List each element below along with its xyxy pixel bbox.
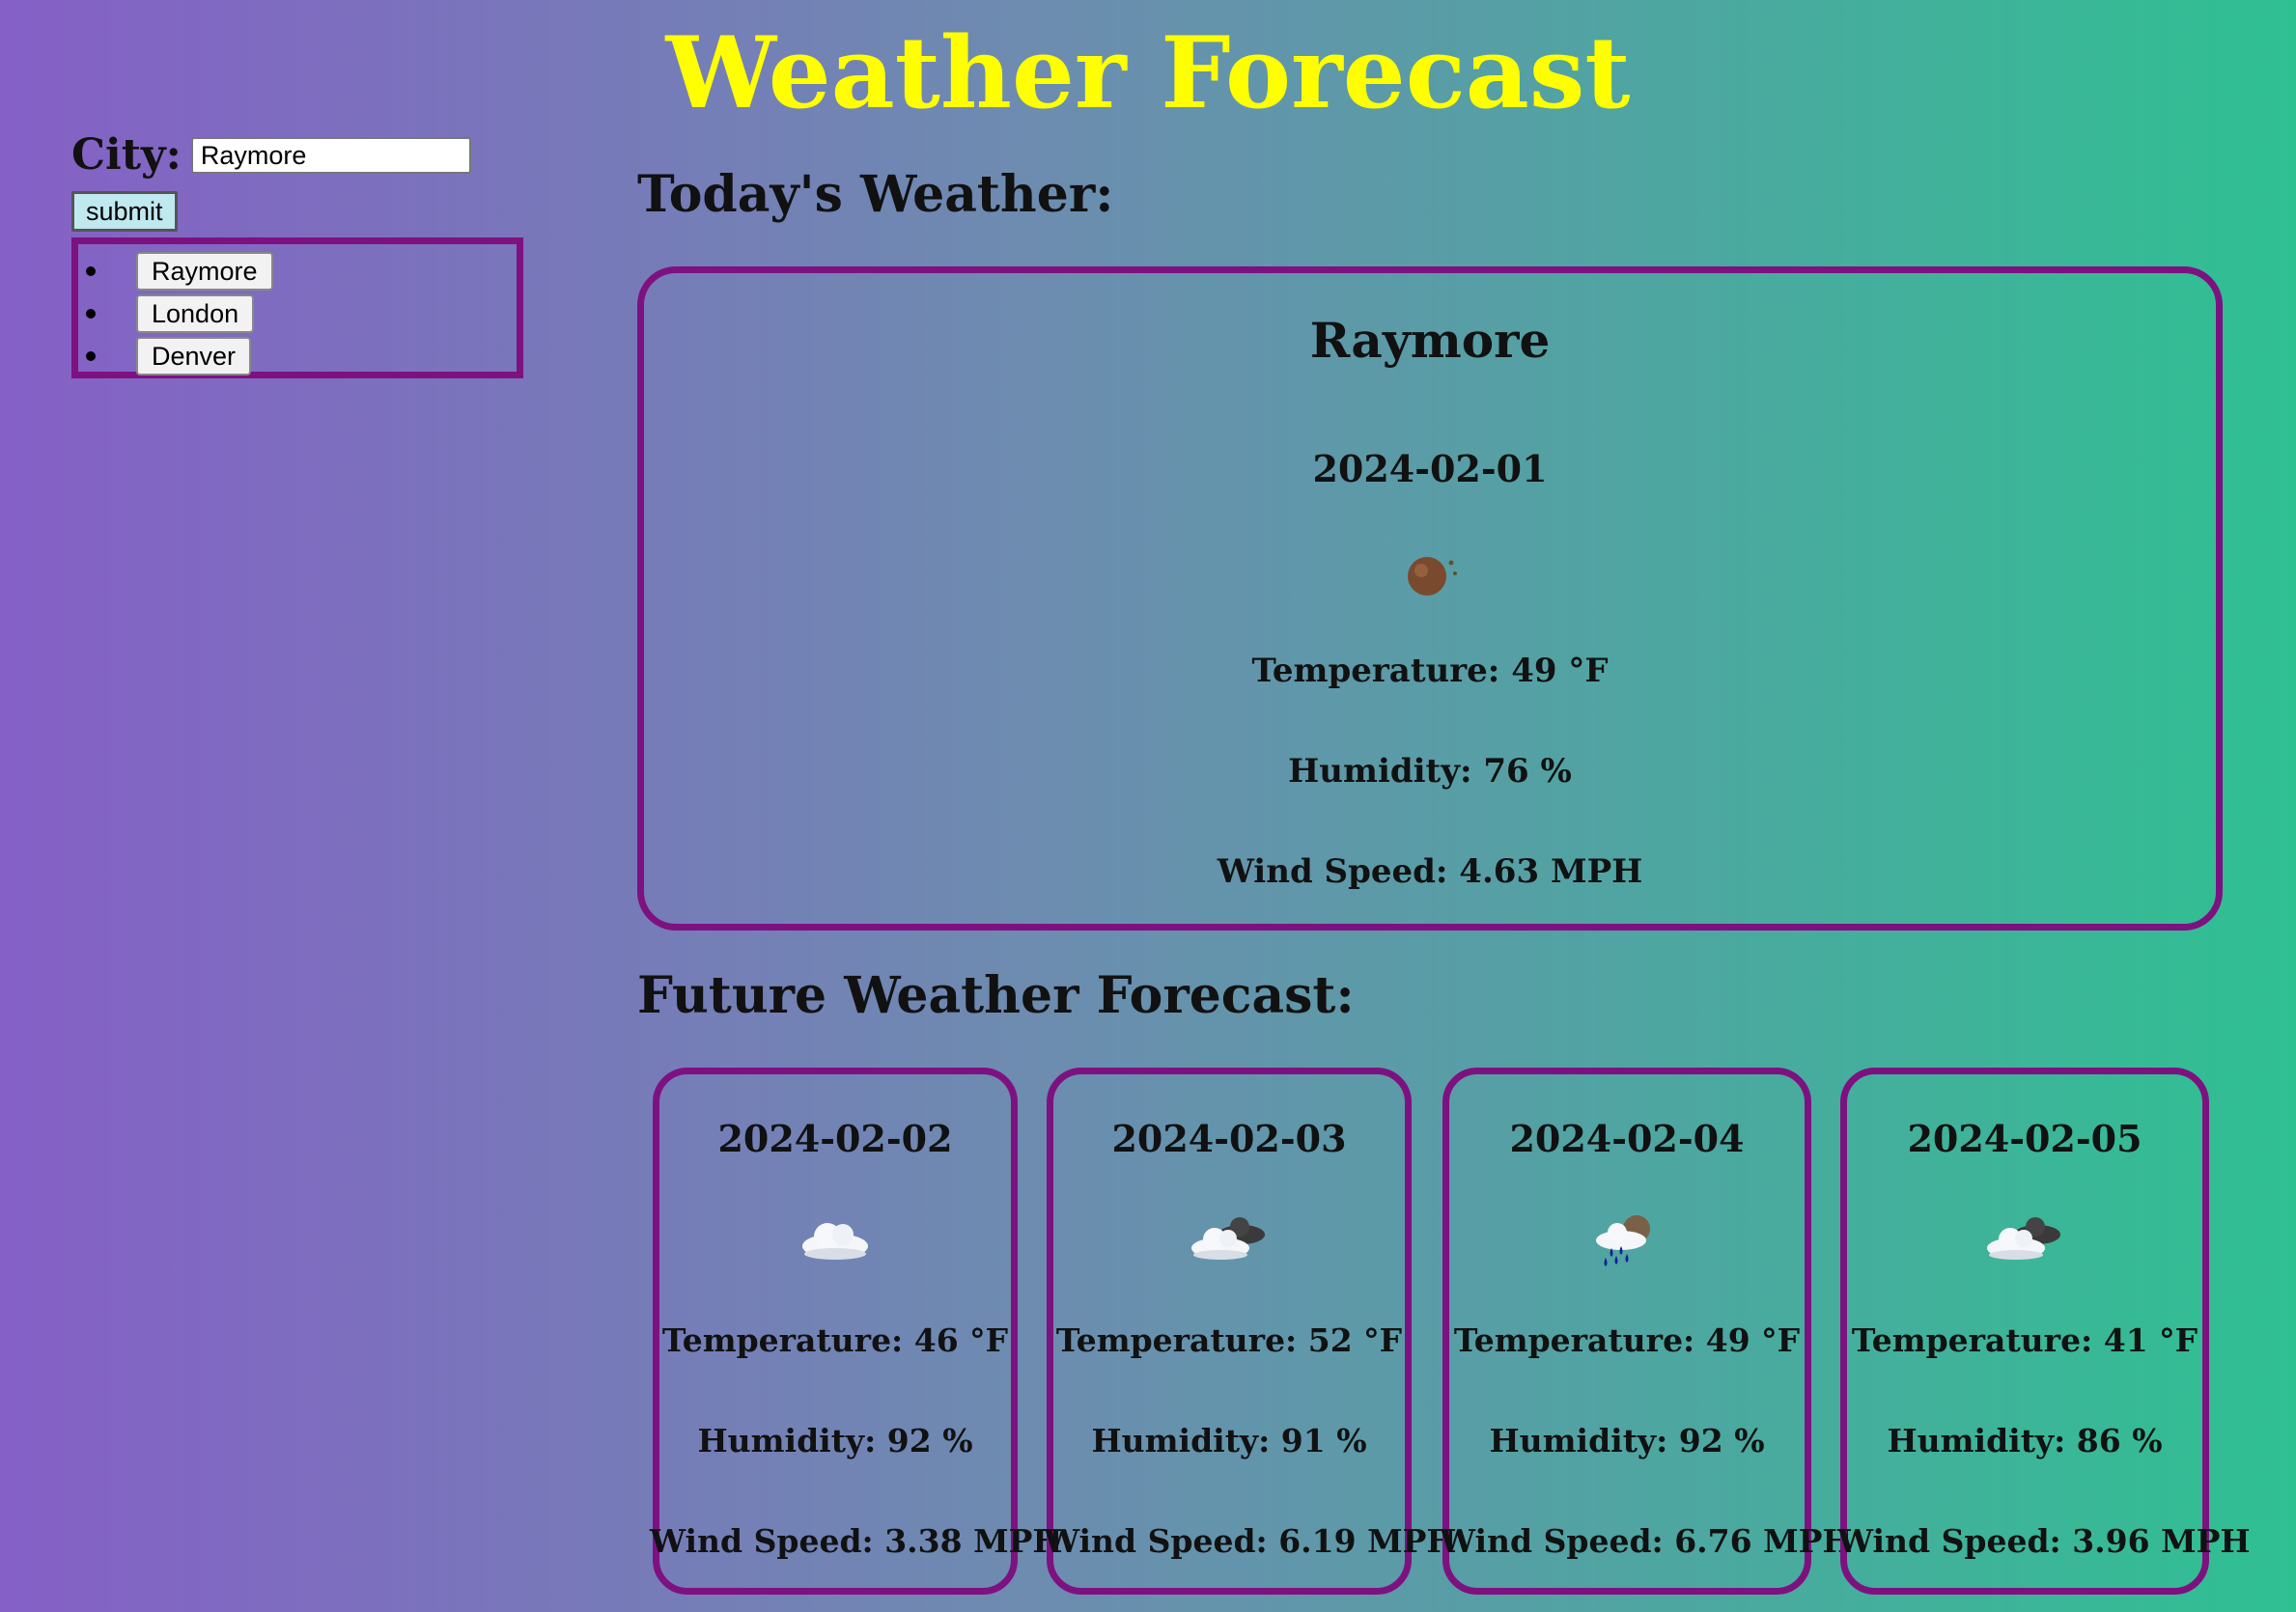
- city-row: City:: [71, 129, 525, 181]
- history-button-raymore[interactable]: Raymore: [136, 252, 273, 291]
- today-humidity: Humidity: 76 %: [1288, 752, 1572, 791]
- broken-clouds-icon: [1847, 1208, 2202, 1265]
- cloud-icon: [659, 1208, 1011, 1265]
- forecast-humidity: Humidity: 92 %: [697, 1422, 973, 1459]
- bullet-icon: [86, 266, 96, 276]
- forecast-card: 2024-02-05 Temperature: 41 °F Humidity: …: [1837, 1068, 2251, 1595]
- rain-icon: [1449, 1208, 1805, 1266]
- forecast-date: 2024-02-02: [717, 1117, 953, 1160]
- page-title: Weather Forecast: [665, 15, 1631, 131]
- forecast-humidity: Humidity: 92 %: [1489, 1422, 1765, 1459]
- today-date: 2024-02-01: [1312, 447, 1548, 490]
- forecast-date: 2024-02-03: [1111, 1117, 1347, 1160]
- history-item: Raymore: [78, 250, 517, 292]
- forecast-card: 2024-02-03 Temperature: 52 °F Humidity: …: [1044, 1068, 1457, 1595]
- bullet-icon: [86, 309, 96, 319]
- broken-clouds-icon: [1053, 1208, 1405, 1265]
- history-item: Denver: [78, 335, 517, 377]
- city-label: City:: [71, 130, 182, 180]
- mist-icon: [644, 543, 2216, 601]
- today-city: Raymore: [1309, 312, 1551, 369]
- forecast-wind: Wind Speed: 3.38 MPH: [650, 1522, 1063, 1560]
- forecast-temperature: Temperature: 52 °F: [1055, 1321, 1403, 1359]
- city-input[interactable]: [190, 137, 471, 174]
- forecast-card: 2024-02-04 Temperature: 49 °F Humidity: …: [1440, 1068, 1853, 1595]
- forecast-wind: Wind Speed: 6.19 MPH: [1044, 1522, 1457, 1560]
- search-history-list: Raymore London Denver: [71, 237, 523, 378]
- forecast-wind: Wind Speed: 6.76 MPH: [1440, 1522, 1853, 1560]
- history-button-london[interactable]: London: [136, 294, 255, 333]
- forecast-humidity: Humidity: 91 %: [1091, 1422, 1367, 1459]
- forecast-temperature: Temperature: 49 °F: [1453, 1321, 1801, 1359]
- forecast-temperature: Temperature: 46 °F: [661, 1321, 1009, 1359]
- forecast-date: 2024-02-05: [1907, 1117, 2142, 1160]
- forecast-heading: Future Weather Forecast:: [637, 966, 1355, 1025]
- forecast-wind: Wind Speed: 3.96 MPH: [1837, 1522, 2251, 1560]
- today-heading: Today's Weather:: [637, 165, 1114, 224]
- history-button-denver[interactable]: Denver: [136, 337, 252, 375]
- search-panel: City: submit Raymore London Denver: [71, 129, 525, 394]
- forecast-card: 2024-02-02 Temperature: 46 °F Humidity: …: [650, 1068, 1063, 1595]
- today-wind: Wind Speed: 4.63 MPH: [1217, 852, 1643, 891]
- forecast-humidity: Humidity: 86 %: [1887, 1422, 2163, 1459]
- forecast-temperature: Temperature: 41 °F: [1851, 1321, 2198, 1359]
- bullet-icon: [86, 351, 96, 361]
- forecast-date: 2024-02-04: [1509, 1117, 1745, 1160]
- history-item: London: [78, 292, 517, 335]
- submit-button[interactable]: submit: [71, 191, 178, 232]
- today-temperature: Temperature: 49 °F: [1251, 652, 1609, 690]
- today-weather-card: Raymore 2024-02-01 Temperature: 49 °F Hu…: [637, 266, 2223, 931]
